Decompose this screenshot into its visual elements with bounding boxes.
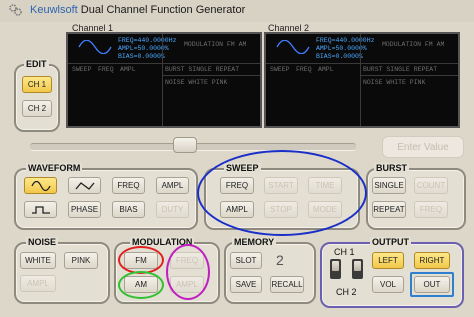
save-button[interactable]: SAVE: [230, 276, 262, 293]
sine-wave-icon: [30, 180, 51, 191]
square-wave-icon: [31, 205, 50, 214]
fm-highlight-ellipse: [118, 246, 164, 274]
channel-1-bias: BIAS=0.0000%: [118, 53, 165, 60]
channel-1-display: FREQ=440.0000Hz AMPL=50.0000% BIAS=0.000…: [66, 32, 262, 128]
value-slider-thumb[interactable]: [173, 137, 197, 153]
right-channel-toggle[interactable]: [352, 259, 363, 279]
triangle-wave-icon: [75, 181, 94, 190]
square-wave-button[interactable]: [24, 201, 57, 218]
enter-value-button[interactable]: Enter Value: [382, 136, 464, 158]
channel-2-freq: FREQ=440.0000Hz: [316, 37, 375, 44]
vol-button[interactable]: VOL: [372, 276, 404, 293]
sine-wave-icon: [78, 40, 112, 54]
duty-button[interactable]: DUTY: [156, 201, 189, 218]
app-name: Dual Channel Function Generator: [77, 4, 246, 16]
channel-2-display: FREQ=440.0000Hz AMPL=50.0000% BIAS=0.000…: [264, 32, 460, 128]
recall-button[interactable]: RECALL: [270, 276, 304, 293]
waveform-freq-button[interactable]: FREQ: [112, 177, 145, 194]
output-left-button[interactable]: LEFT: [372, 252, 404, 269]
burst-count-button[interactable]: COUNT: [414, 177, 448, 194]
output-label: OUTPUT: [370, 237, 411, 247]
memory-label: MEMORY: [232, 237, 277, 247]
noise-white-button[interactable]: WHITE: [20, 252, 56, 269]
phase-button[interactable]: PHASE: [68, 201, 101, 218]
ch1-edit-button[interactable]: CH 1: [22, 76, 52, 93]
channel-1-modulation: MODULATION FM AM: [184, 41, 247, 48]
toggle-knob: [332, 261, 339, 271]
edit-panel: [14, 64, 60, 132]
output-right-button[interactable]: RIGHT: [414, 252, 450, 269]
gear-icon: [9, 4, 22, 16]
burst-repeat-button[interactable]: REPEAT: [372, 201, 406, 218]
edit-label: EDIT: [24, 59, 49, 69]
burst-single-button[interactable]: SINGLE: [372, 177, 406, 194]
divider: [162, 75, 260, 76]
sine-wave-button[interactable]: [24, 177, 57, 194]
divider: [68, 63, 260, 64]
left-channel-toggle[interactable]: [330, 259, 341, 279]
channel-2-burst: BURST SINGLE REPEAT: [363, 66, 438, 73]
output-ch2-label: CH 2: [334, 287, 359, 297]
noise-ampl-button[interactable]: AMPL: [20, 275, 56, 292]
divider: [162, 34, 163, 126]
channel-1-freq: FREQ=440.0000Hz: [118, 37, 177, 44]
channel-2-bias: BIAS=0.0000%: [316, 53, 363, 60]
waveform-label: WAVEFORM: [26, 163, 83, 173]
burst-label: BURST: [374, 163, 409, 173]
divider: [360, 34, 361, 126]
divider: [360, 75, 458, 76]
waveform-ampl-button[interactable]: AMPL: [156, 177, 189, 194]
out-highlight-box: [410, 272, 454, 297]
channel-1-burst: BURST SINGLE REPEAT: [165, 66, 240, 73]
divider: [266, 63, 458, 64]
channel-1-noise: NOISE WHITE PINK: [165, 79, 228, 86]
channel-2-sweep-ampl: AMPL: [318, 66, 334, 73]
modulation-params-highlight-ellipse: [166, 244, 210, 300]
bias-button[interactable]: BIAS: [112, 201, 145, 218]
title-bar: Keuwlsoft Dual Channel Function Generato…: [0, 0, 474, 22]
burst-freq-button[interactable]: FREQ: [414, 201, 448, 218]
channel-1-sweep-ampl: AMPL: [120, 66, 136, 73]
function-generator-app: Keuwlsoft Dual Channel Function Generato…: [0, 0, 474, 317]
channel-2-sweep-label: SWEEP: [270, 66, 290, 73]
slot-button[interactable]: SLOT: [230, 252, 262, 269]
toggle-knob: [354, 261, 361, 271]
ch2-edit-button[interactable]: CH 2: [22, 100, 52, 117]
noise-pink-button[interactable]: PINK: [64, 252, 98, 269]
window-title: Keuwlsoft Dual Channel Function Generato…: [30, 4, 245, 16]
slot-number: 2: [276, 252, 284, 268]
channel-1-sweep-freq: FREQ: [98, 66, 114, 73]
channel-2-noise: NOISE WHITE PINK: [363, 79, 426, 86]
sweep-highlight-ellipse: [197, 150, 367, 236]
noise-label: NOISE: [26, 237, 59, 247]
channel-2-sweep-freq: FREQ: [296, 66, 312, 73]
channel-1-sweep-label: SWEEP: [72, 66, 92, 73]
triangle-wave-button[interactable]: [68, 177, 101, 194]
channel-2-modulation: MODULATION FM AM: [382, 41, 445, 48]
sine-wave-icon: [276, 40, 310, 54]
am-highlight-ellipse: [118, 271, 164, 299]
brand-name: Keuwlsoft: [30, 4, 78, 16]
output-ch1-label: CH 1: [332, 247, 357, 257]
